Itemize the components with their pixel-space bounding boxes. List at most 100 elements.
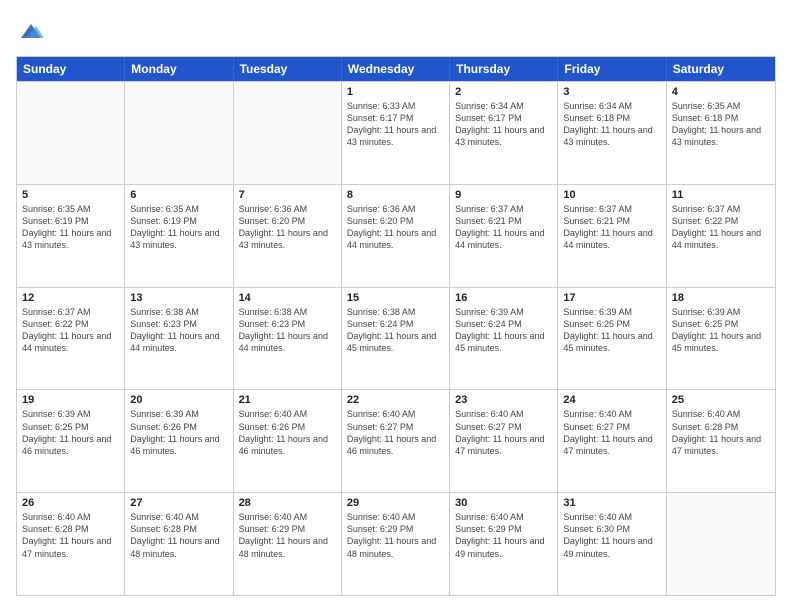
calendar-cell: 26 Sunrise: 6:40 AM Sunset: 6:28 PM Dayli…	[17, 493, 125, 595]
day-info: Sunrise: 6:38 AM Sunset: 6:23 PM Dayligh…	[239, 306, 336, 355]
logo	[16, 16, 50, 46]
calendar-cell: 5 Sunrise: 6:35 AM Sunset: 6:19 PM Daylig…	[17, 185, 125, 287]
day-number: 29	[347, 497, 444, 509]
day-info: Sunrise: 6:39 AM Sunset: 6:24 PM Dayligh…	[455, 306, 552, 355]
day-number: 23	[455, 394, 552, 406]
calendar-cell: 14 Sunrise: 6:38 AM Sunset: 6:23 PM Dayli…	[234, 288, 342, 390]
day-info: Sunrise: 6:39 AM Sunset: 6:25 PM Dayligh…	[22, 408, 119, 457]
day-number: 12	[22, 292, 119, 304]
day-of-week-friday: Friday	[558, 57, 666, 81]
calendar-cell: 22 Sunrise: 6:40 AM Sunset: 6:27 PM Dayli…	[342, 390, 450, 492]
calendar-cell: 30 Sunrise: 6:40 AM Sunset: 6:29 PM Dayli…	[450, 493, 558, 595]
day-info: Sunrise: 6:40 AM Sunset: 6:28 PM Dayligh…	[22, 511, 119, 560]
day-number: 8	[347, 189, 444, 201]
day-number: 1	[347, 86, 444, 98]
day-info: Sunrise: 6:40 AM Sunset: 6:29 PM Dayligh…	[455, 511, 552, 560]
day-number: 2	[455, 86, 552, 98]
calendar-cell: 27 Sunrise: 6:40 AM Sunset: 6:28 PM Dayli…	[125, 493, 233, 595]
calendar-cell: 9 Sunrise: 6:37 AM Sunset: 6:21 PM Daylig…	[450, 185, 558, 287]
day-of-week-tuesday: Tuesday	[234, 57, 342, 81]
calendar-cell: 17 Sunrise: 6:39 AM Sunset: 6:25 PM Dayli…	[558, 288, 666, 390]
calendar-cell: 15 Sunrise: 6:38 AM Sunset: 6:24 PM Dayli…	[342, 288, 450, 390]
calendar-cell: 28Sunrise: 6:40 AM Sunset: 6:29 PM Dayli…	[234, 493, 342, 595]
day-info: Sunrise: 6:37 AM Sunset: 6:22 PM Dayligh…	[672, 203, 770, 252]
calendar-page: SundayMondayTuesdayWednesdayThursdayFrid…	[0, 0, 792, 612]
day-info: Sunrise: 6:35 AM Sunset: 6:18 PM Dayligh…	[672, 100, 770, 149]
calendar-header: SundayMondayTuesdayWednesdayThursdayFrid…	[17, 57, 775, 81]
calendar-cell: 10Sunrise: 6:37 AM Sunset: 6:21 PM Dayli…	[558, 185, 666, 287]
calendar-row-2: 5 Sunrise: 6:35 AM Sunset: 6:19 PM Daylig…	[17, 184, 775, 287]
calendar-cell: 4 Sunrise: 6:35 AM Sunset: 6:18 PM Daylig…	[667, 82, 775, 184]
calendar-cell: 20 Sunrise: 6:39 AM Sunset: 6:26 PM Dayli…	[125, 390, 233, 492]
calendar-cell: 29 Sunrise: 6:40 AM Sunset: 6:29 PM Dayli…	[342, 493, 450, 595]
day-info: Sunrise: 6:40 AM Sunset: 6:27 PM Dayligh…	[347, 408, 444, 457]
day-info: Sunrise: 6:39 AM Sunset: 6:26 PM Dayligh…	[130, 408, 227, 457]
day-info: Sunrise: 6:40 AM Sunset: 6:29 PM Dayligh…	[239, 511, 336, 560]
day-info: Sunrise: 6:40 AM Sunset: 6:27 PM Dayligh…	[563, 408, 660, 457]
day-info: Sunrise: 6:34 AM Sunset: 6:17 PM Dayligh…	[455, 100, 552, 149]
day-info: Sunrise: 6:40 AM Sunset: 6:30 PM Dayligh…	[563, 511, 660, 560]
day-number: 15	[347, 292, 444, 304]
day-number: 14	[239, 292, 336, 304]
day-number: 17	[563, 292, 660, 304]
day-number: 21	[239, 394, 336, 406]
calendar-cell: 19Sunrise: 6:39 AM Sunset: 6:25 PM Dayli…	[17, 390, 125, 492]
day-number: 3	[563, 86, 660, 98]
day-number: 4	[672, 86, 770, 98]
calendar-cell: 8 Sunrise: 6:36 AM Sunset: 6:20 PM Daylig…	[342, 185, 450, 287]
calendar-cell: 13 Sunrise: 6:38 AM Sunset: 6:23 PM Dayli…	[125, 288, 233, 390]
day-info: Sunrise: 6:35 AM Sunset: 6:19 PM Dayligh…	[130, 203, 227, 252]
day-info: Sunrise: 6:40 AM Sunset: 6:28 PM Dayligh…	[130, 511, 227, 560]
day-number: 30	[455, 497, 552, 509]
day-number: 26	[22, 497, 119, 509]
day-number: 5	[22, 189, 119, 201]
calendar-cell	[125, 82, 233, 184]
day-info: Sunrise: 6:37 AM Sunset: 6:22 PM Dayligh…	[22, 306, 119, 355]
day-info: Sunrise: 6:38 AM Sunset: 6:24 PM Dayligh…	[347, 306, 444, 355]
calendar-cell: 2 Sunrise: 6:34 AM Sunset: 6:17 PM Daylig…	[450, 82, 558, 184]
calendar-row-3: 12 Sunrise: 6:37 AM Sunset: 6:22 PM Dayli…	[17, 287, 775, 390]
day-info: Sunrise: 6:40 AM Sunset: 6:29 PM Dayligh…	[347, 511, 444, 560]
day-info: Sunrise: 6:37 AM Sunset: 6:21 PM Dayligh…	[563, 203, 660, 252]
calendar-row-4: 19Sunrise: 6:39 AM Sunset: 6:25 PM Dayli…	[17, 389, 775, 492]
day-number: 18	[672, 292, 770, 304]
calendar-cell: 12 Sunrise: 6:37 AM Sunset: 6:22 PM Dayli…	[17, 288, 125, 390]
day-number: 16	[455, 292, 552, 304]
day-info: Sunrise: 6:40 AM Sunset: 6:26 PM Dayligh…	[239, 408, 336, 457]
calendar-cell: 21 Sunrise: 6:40 AM Sunset: 6:26 PM Dayli…	[234, 390, 342, 492]
day-info: Sunrise: 6:33 AM Sunset: 6:17 PM Dayligh…	[347, 100, 444, 149]
day-of-week-wednesday: Wednesday	[342, 57, 450, 81]
calendar-cell	[234, 82, 342, 184]
calendar-cell: 6 Sunrise: 6:35 AM Sunset: 6:19 PM Daylig…	[125, 185, 233, 287]
day-number: 6	[130, 189, 227, 201]
day-number: 13	[130, 292, 227, 304]
day-info: Sunrise: 6:40 AM Sunset: 6:28 PM Dayligh…	[672, 408, 770, 457]
day-info: Sunrise: 6:38 AM Sunset: 6:23 PM Dayligh…	[130, 306, 227, 355]
day-info: Sunrise: 6:39 AM Sunset: 6:25 PM Dayligh…	[563, 306, 660, 355]
day-number: 22	[347, 394, 444, 406]
day-of-week-monday: Monday	[125, 57, 233, 81]
calendar-cell: 24Sunrise: 6:40 AM Sunset: 6:27 PM Dayli…	[558, 390, 666, 492]
calendar-cell: 3Sunrise: 6:34 AM Sunset: 6:18 PM Daylig…	[558, 82, 666, 184]
day-info: Sunrise: 6:39 AM Sunset: 6:25 PM Dayligh…	[672, 306, 770, 355]
calendar: SundayMondayTuesdayWednesdayThursdayFrid…	[16, 56, 776, 596]
day-of-week-saturday: Saturday	[667, 57, 775, 81]
day-info: Sunrise: 6:37 AM Sunset: 6:21 PM Dayligh…	[455, 203, 552, 252]
day-info: Sunrise: 6:36 AM Sunset: 6:20 PM Dayligh…	[347, 203, 444, 252]
day-info: Sunrise: 6:35 AM Sunset: 6:19 PM Dayligh…	[22, 203, 119, 252]
calendar-row-1: 1 Sunrise: 6:33 AM Sunset: 6:17 PM Daylig…	[17, 81, 775, 184]
day-of-week-sunday: Sunday	[17, 57, 125, 81]
calendar-cell: 16 Sunrise: 6:39 AM Sunset: 6:24 PM Dayli…	[450, 288, 558, 390]
calendar-cell: 18 Sunrise: 6:39 AM Sunset: 6:25 PM Dayli…	[667, 288, 775, 390]
calendar-cell: 23Sunrise: 6:40 AM Sunset: 6:27 PM Dayli…	[450, 390, 558, 492]
calendar-cell: 11Sunrise: 6:37 AM Sunset: 6:22 PM Dayli…	[667, 185, 775, 287]
logo-icon	[16, 16, 46, 46]
day-number: 20	[130, 394, 227, 406]
day-of-week-thursday: Thursday	[450, 57, 558, 81]
day-number: 27	[130, 497, 227, 509]
day-number: 9	[455, 189, 552, 201]
day-number: 25	[672, 394, 770, 406]
calendar-body: 1 Sunrise: 6:33 AM Sunset: 6:17 PM Daylig…	[17, 81, 775, 595]
calendar-cell	[667, 493, 775, 595]
day-info: Sunrise: 6:36 AM Sunset: 6:20 PM Dayligh…	[239, 203, 336, 252]
